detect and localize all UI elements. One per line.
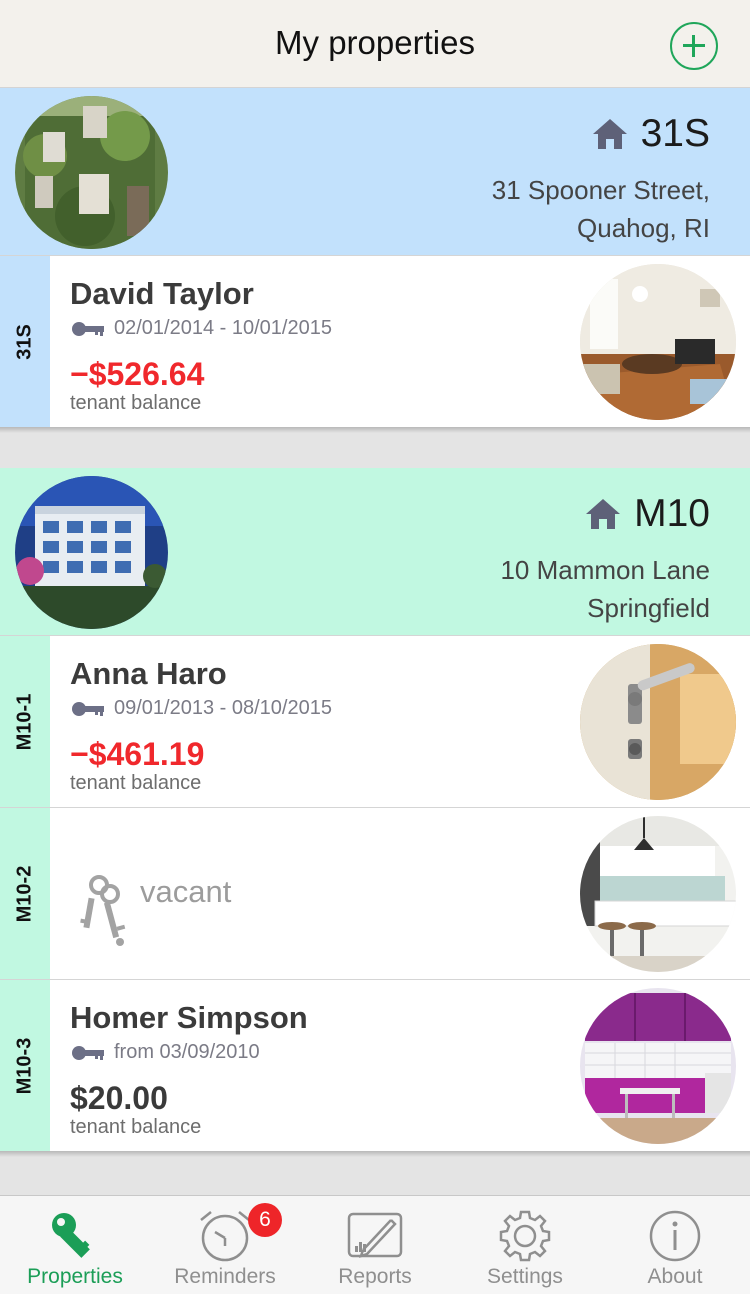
keys-icon — [80, 875, 126, 946]
property-header-m10[interactable]: M10 10 Mammon Lane Springfield — [0, 468, 750, 635]
add-property-button[interactable] — [670, 22, 718, 70]
unit-tag: 31S — [0, 256, 50, 427]
reminders-badge: 6 — [248, 1203, 282, 1237]
unit-row-m10-3[interactable]: M10-3 Homer Simpson from 03/09/2010 $20.… — [0, 979, 750, 1151]
kitchen-photo — [580, 816, 736, 972]
door-handle-photo — [580, 644, 736, 800]
purple-kitchen-photo — [580, 988, 736, 1144]
tab-about[interactable]: About — [600, 1196, 750, 1294]
tab-label: Properties — [27, 1265, 123, 1288]
alarm-clock-icon — [200, 1211, 250, 1262]
tab-reports[interactable]: Reports — [300, 1196, 450, 1294]
tab-bar: Properties 6 Reminders Reports Settings … — [0, 1195, 750, 1294]
tenant-balance: $20.00 — [70, 1080, 168, 1116]
apartment-building-photo — [15, 476, 168, 629]
tenant-name: Anna Haro — [70, 656, 227, 691]
key-icon — [52, 1213, 90, 1258]
address-line-2: Quahog, RI — [577, 213, 710, 243]
key-icon — [72, 1045, 104, 1060]
key-icon — [72, 701, 104, 716]
property-address: 10 Mammon Lane Springfield — [500, 551, 710, 627]
unit-row-31s[interactable]: 31S David Taylor 02/01/2014 - 10/01/2015… — [0, 255, 750, 427]
page-title: My properties — [275, 24, 475, 61]
unit-tag: M10-2 — [0, 808, 50, 979]
balance-label: tenant balance — [70, 392, 202, 414]
tenant-name: Homer Simpson — [70, 1000, 308, 1035]
house-icon — [586, 499, 621, 529]
report-chart-icon — [347, 1212, 403, 1258]
house-icon — [592, 119, 627, 149]
unit-tag: M10-3 — [0, 980, 50, 1151]
tenant-balance: −$526.64 — [70, 356, 205, 392]
tenant-balance: −$461.19 — [70, 736, 205, 772]
tab-settings[interactable]: Settings — [450, 1196, 600, 1294]
tab-properties[interactable]: Properties — [0, 1196, 150, 1294]
tab-label: Reminders — [174, 1265, 276, 1288]
balance-label: tenant balance — [70, 1116, 202, 1138]
property-code: M10 — [634, 492, 710, 535]
tenant-name: David Taylor — [70, 276, 254, 311]
vacant-label: vacant — [140, 874, 232, 909]
balance-label: tenant balance — [70, 772, 202, 794]
lease-dates: 02/01/2014 - 10/01/2015 — [114, 317, 332, 339]
lease-dates: from 03/09/2010 — [114, 1041, 260, 1063]
address-line-1: 31 Spooner Street, — [491, 175, 710, 205]
ivy-covered-building-photo — [15, 96, 168, 249]
address-line-1: 10 Mammon Lane — [500, 555, 710, 585]
gear-icon — [499, 1210, 551, 1262]
lease-dates: 09/01/2013 - 08/10/2015 — [114, 697, 332, 719]
property-header-31s[interactable]: 31S 31 Spooner Street, Quahog, RI — [0, 88, 750, 255]
unit-row-m10-2[interactable]: M10-2 vacant — [0, 807, 750, 979]
address-line-2: Springfield — [587, 593, 710, 623]
key-icon — [72, 321, 104, 336]
tab-label: Settings — [487, 1265, 563, 1288]
info-icon — [649, 1210, 701, 1262]
unit-row-m10-1[interactable]: M10-1 Anna Haro 09/01/2013 - 08/10/2015 … — [0, 635, 750, 807]
tab-label: About — [647, 1265, 703, 1288]
tab-reminders[interactable]: 6 Reminders — [150, 1196, 300, 1294]
tab-label: Reports — [338, 1265, 412, 1288]
unit-tag: M10-1 — [0, 636, 50, 807]
nav-bar: My properties — [0, 0, 750, 88]
property-code: 31S — [640, 112, 710, 155]
property-address: 31 Spooner Street, Quahog, RI — [492, 171, 710, 247]
living-room-photo — [580, 264, 736, 420]
